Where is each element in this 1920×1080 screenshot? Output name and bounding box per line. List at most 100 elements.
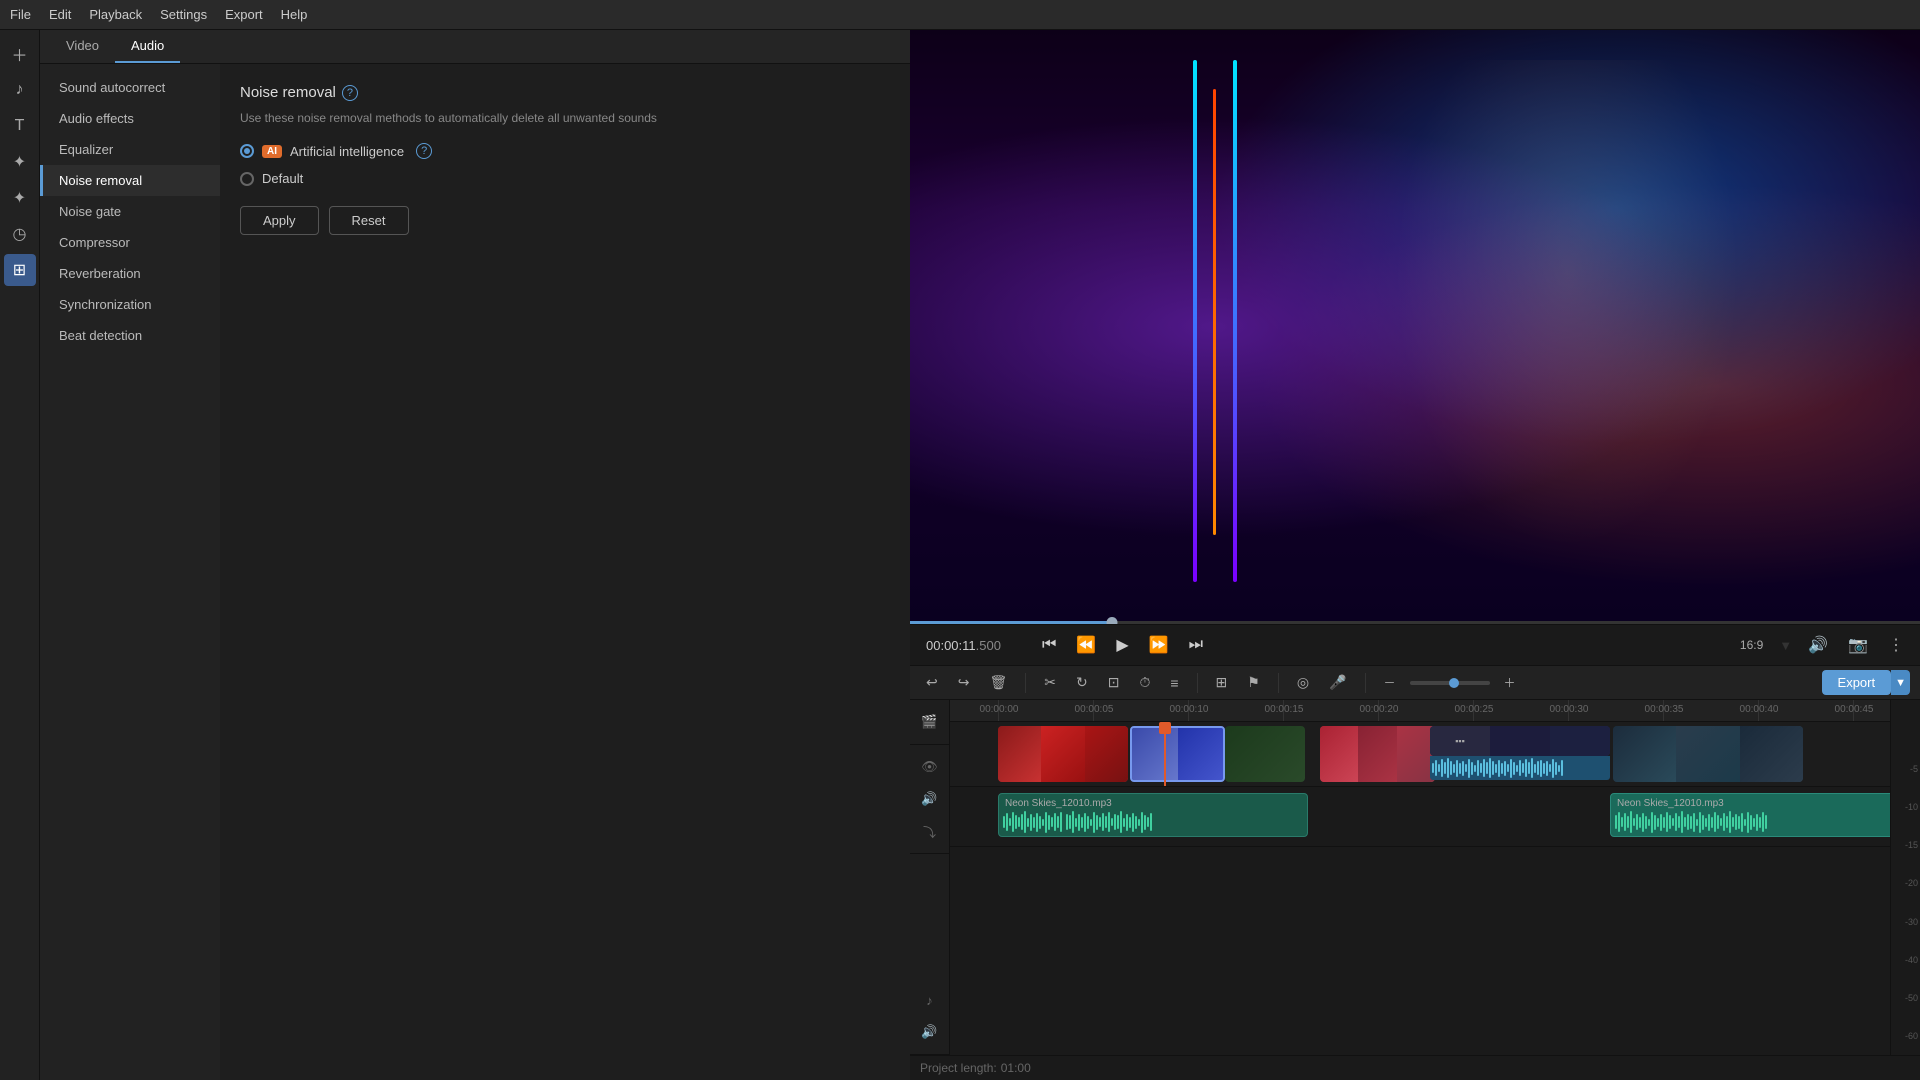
menu-help[interactable]: Help — [281, 7, 308, 22]
sidebar-item-equalizer[interactable]: Equalizer — [40, 134, 220, 165]
timeline-side-audio: 👁 🔊 ⤵ — [910, 745, 949, 854]
reset-button[interactable]: Reset — [329, 206, 409, 235]
menu-export[interactable]: Export — [225, 7, 263, 22]
effects-icon[interactable]: ⊞ — [4, 254, 36, 286]
video-clip-1[interactable] — [998, 726, 1128, 782]
timer-button[interactable]: ⏱ — [1133, 671, 1156, 694]
zoom-out-icon[interactable]: － — [1378, 671, 1402, 694]
timeline-vol-icon[interactable]: 🔊 — [916, 1018, 944, 1046]
mic-button[interactable]: 🎤 — [1323, 671, 1352, 694]
play-button[interactable]: ▶ — [1112, 633, 1132, 657]
separator-1 — [1025, 673, 1026, 693]
volume-icon[interactable]: 🔊 — [1808, 635, 1828, 655]
timeline-import-icon[interactable]: ⤵ — [916, 817, 944, 845]
delete-button[interactable]: 🗑 — [983, 671, 1013, 694]
audio-waveform-2 — [1611, 812, 1890, 832]
neon-line-2 — [1213, 89, 1216, 535]
rotate-button[interactable]: ↻ — [1070, 671, 1094, 694]
tab-video[interactable]: Video — [50, 30, 115, 63]
menu-edit[interactable]: Edit — [49, 7, 71, 22]
db-label-7: -50 — [1893, 993, 1918, 1003]
ruler-mark-1: 00:00:05 — [1093, 700, 1094, 721]
playhead[interactable] — [1164, 722, 1166, 786]
default-label: Default — [262, 171, 303, 186]
separator-4 — [1365, 673, 1366, 693]
timeline-side: 🎬 👁 🔊 ⤵ ♪ 🔊 — [910, 700, 950, 1055]
neon-line-1 — [1193, 60, 1197, 583]
export-button[interactable]: Export — [1822, 670, 1892, 695]
ruler-mark-7: 00:00:35 — [1663, 700, 1664, 721]
screenshot-icon[interactable]: 📷 — [1848, 635, 1868, 655]
video-clip-4[interactable] — [1320, 726, 1435, 782]
project-length-label: Project length: — [920, 1061, 997, 1075]
flag-button[interactable]: ⚑ — [1241, 671, 1266, 694]
video-clip-6[interactable] — [1613, 726, 1803, 782]
time-ruler[interactable]: 00:00:00 00:00:05 00:00:10 00:00:15 00:0… — [950, 700, 1890, 722]
add-icon[interactable]: ＋ — [4, 38, 36, 70]
timeline-video-icon[interactable]: 🎬 — [916, 708, 944, 736]
timeline-area: ↩ ↪ 🗑 ✂ ↻ ⊡ ⏱ ≡ ⊞ ⚑ ◎ 🎤 － ＋ — [910, 665, 1920, 1055]
music-icon[interactable]: ♪ — [4, 74, 36, 106]
redo-button[interactable]: ↪ — [952, 671, 976, 694]
sidebar-item-noise-removal[interactable]: Noise removal — [40, 165, 220, 196]
step-forward-button[interactable]: ⏩ — [1145, 633, 1173, 657]
export-dropdown-button[interactable]: ▼ — [1891, 670, 1910, 695]
timeline-eye-icon[interactable]: 👁 — [916, 753, 944, 781]
sidebar-item-compressor[interactable]: Compressor — [40, 227, 220, 258]
cut-button[interactable]: ✂ — [1038, 671, 1062, 694]
step-back-button[interactable]: ⏪ — [1072, 633, 1100, 657]
tab-audio[interactable]: Audio — [115, 30, 180, 63]
status-bar: Project length: 01:00 — [910, 1055, 1920, 1080]
skip-end-button[interactable]: ⏭ — [1185, 634, 1207, 656]
video-clip-2[interactable] — [1130, 726, 1225, 782]
audio-clip-1-label: Neon Skies_12010.mp3 — [1005, 798, 1112, 809]
sidebar-item-reverberation[interactable]: Reverberation — [40, 258, 220, 289]
crop-button[interactable]: ⊡ — [1102, 671, 1126, 694]
magic-icon[interactable]: ✦ — [4, 182, 36, 214]
ai-radio[interactable] — [240, 144, 254, 158]
timeline-music-icon[interactable]: ♪ — [916, 986, 944, 1014]
video-track-row: ▪▪▪ — [950, 722, 1890, 787]
text-icon[interactable]: T — [4, 110, 36, 142]
menu-settings[interactable]: Settings — [160, 7, 207, 22]
video-clip-3[interactable] — [1225, 726, 1305, 782]
snap-button[interactable]: ◎ — [1291, 671, 1315, 694]
timeline-side-video: 🎬 — [910, 700, 949, 745]
overlay-button[interactable]: ⊞ — [1210, 671, 1234, 694]
preview-playhead-dot[interactable] — [1107, 617, 1118, 624]
preview-seekbar[interactable] — [910, 621, 1920, 624]
preview-video — [910, 30, 1920, 624]
sidebar-item-sound-autocorrect[interactable]: Sound autocorrect — [40, 72, 220, 103]
apply-button[interactable]: Apply — [240, 206, 319, 235]
time-display: 00:00:11.500 — [926, 638, 1026, 653]
sticker-icon[interactable]: ✦ — [4, 146, 36, 178]
zoom-in-icon[interactable]: ＋ — [1498, 671, 1522, 694]
ai-help-icon[interactable]: ? — [416, 143, 432, 159]
audio-clip-1[interactable]: Neon Skies_12010.mp3 — [998, 793, 1308, 837]
video-audio-wave — [1430, 756, 1610, 780]
adjust-button[interactable]: ≡ — [1164, 672, 1184, 694]
timeline-audio-icon[interactable]: 🔊 — [916, 785, 944, 813]
default-option[interactable]: Default — [240, 171, 890, 186]
video-clip-5[interactable]: ▪▪▪ — [1430, 726, 1610, 756]
undo-button[interactable]: ↩ — [920, 671, 944, 694]
more-options-icon[interactable]: ⋮ — [1888, 635, 1904, 655]
audio-clip-2[interactable]: Neon Skies_12010.mp3 — [1610, 793, 1890, 837]
menu-playback[interactable]: Playback — [89, 7, 142, 22]
ai-option[interactable]: AI Artificial intelligence ? — [240, 143, 890, 159]
skip-start-button[interactable]: ⏮ — [1038, 634, 1060, 656]
sidebar-item-audio-effects[interactable]: Audio effects — [40, 103, 220, 134]
zoom-slider[interactable] — [1410, 681, 1490, 685]
sidebar-item-synchronization[interactable]: Synchronization — [40, 289, 220, 320]
panel-description: Use these noise removal methods to autom… — [240, 111, 890, 125]
panel-title: Noise removal ? — [240, 84, 890, 101]
clock-icon[interactable]: ◷ — [4, 218, 36, 250]
sidebar-item-beat-detection[interactable]: Beat detection — [40, 320, 220, 351]
menu-file[interactable]: File — [10, 7, 31, 22]
empty-track-area — [950, 847, 1890, 967]
ruler-mark-9: 00:00:45 — [1853, 700, 1854, 721]
default-radio[interactable] — [240, 172, 254, 186]
sidebar-item-noise-gate[interactable]: Noise gate — [40, 196, 220, 227]
help-icon[interactable]: ? — [342, 85, 358, 101]
separator-3 — [1278, 673, 1279, 693]
